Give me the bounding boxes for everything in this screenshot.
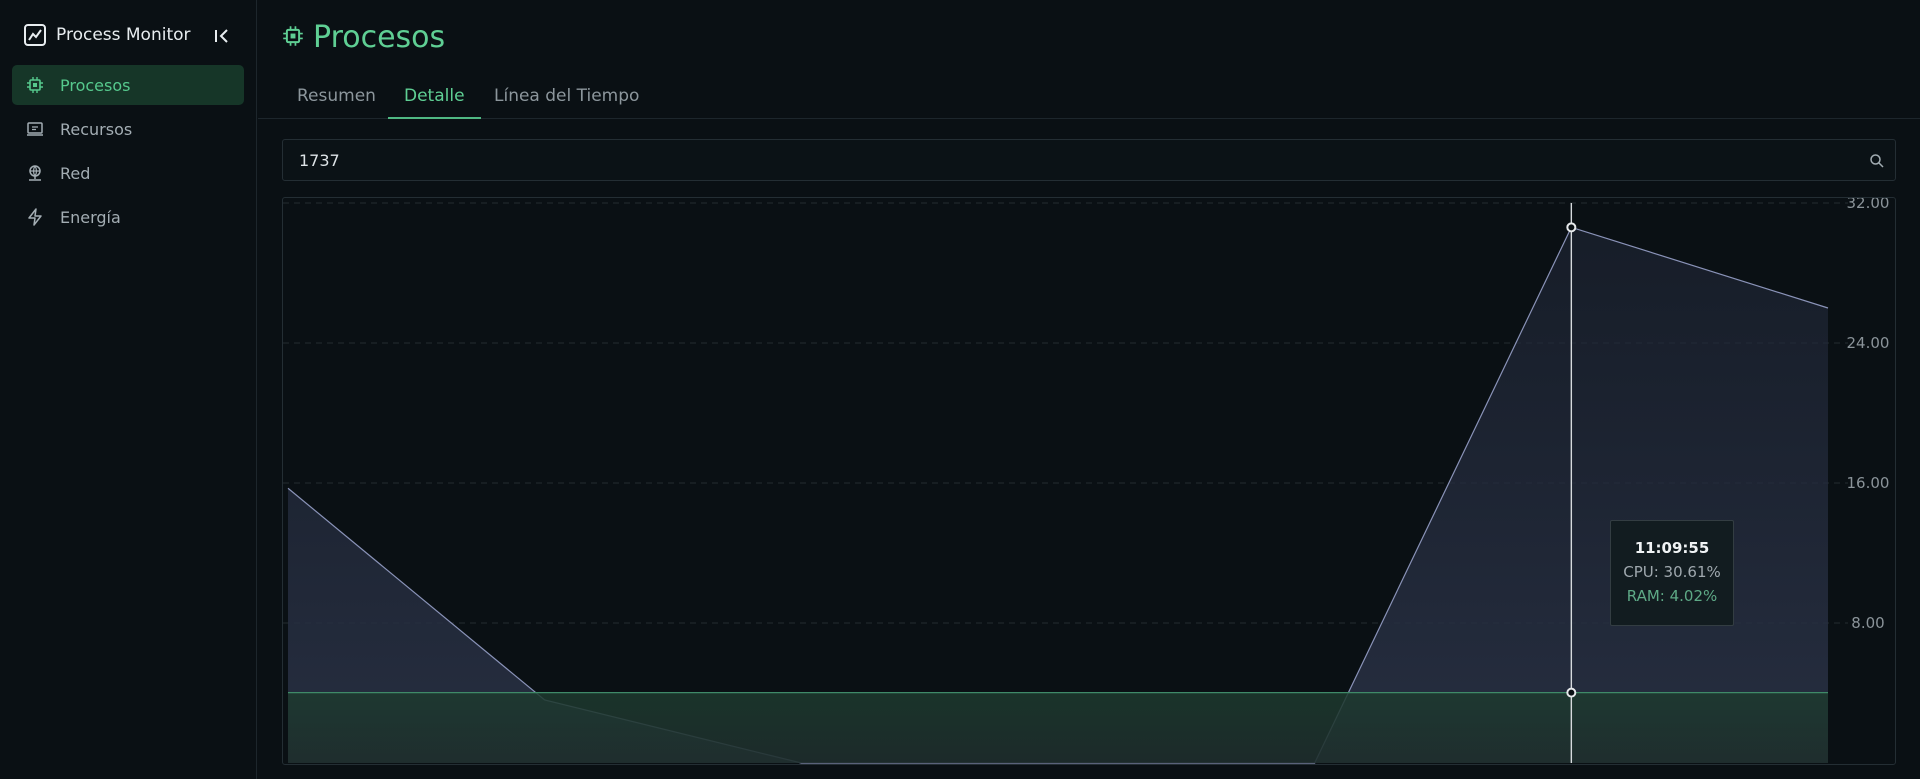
collapse-sidebar-button[interactable]: [210, 24, 234, 48]
main-content: Procesos Resumen Detalle Línea del Tiemp…: [258, 0, 1920, 779]
network-icon: [25, 163, 45, 183]
tooltip-cpu: CPU: 30.61%: [1623, 563, 1721, 581]
chart-canvas: 8.00 16.00 24.00 32.00: [283, 198, 1890, 764]
ram-point-marker: [1566, 687, 1577, 698]
bolt-icon: [25, 207, 45, 227]
y-tick-label: 16.00: [1847, 474, 1890, 492]
monitor-icon: [25, 119, 45, 139]
cpu-icon: [25, 75, 45, 95]
search-input[interactable]: [283, 140, 1895, 180]
search-icon[interactable]: [1869, 153, 1885, 169]
cpu-ram-chart: 8.00 16.00 24.00 32.00 11:09:55 CPU: 30.61%…: [282, 197, 1896, 765]
app-title: Process Monitor: [56, 25, 191, 45]
page-title: Procesos: [313, 20, 446, 55]
sidebar: Process Monitor Procesos Recursos Red En…: [0, 0, 257, 779]
sidebar-item-red[interactable]: Red: [12, 153, 244, 193]
chart-line-icon: [24, 24, 46, 46]
brand: Process Monitor: [24, 22, 191, 48]
tooltip-time: 11:09:55: [1634, 539, 1710, 557]
collapse-left-icon: [215, 29, 228, 43]
y-tick-label: 24.00: [1847, 334, 1890, 352]
tab-resumen[interactable]: Resumen: [281, 76, 392, 119]
sidebar-item-energia[interactable]: Energía: [12, 197, 244, 237]
page-header: Procesos: [282, 20, 445, 55]
cpu-point-marker: [1566, 222, 1577, 233]
sidebar-item-label: Recursos: [60, 119, 133, 139]
sidebar-item-procesos[interactable]: Procesos: [12, 65, 244, 105]
sidebar-item-label: Red: [60, 163, 91, 183]
y-tick-label: 32.00: [1847, 198, 1890, 212]
tab-detalle[interactable]: Detalle: [388, 76, 481, 119]
ram-area: [288, 692, 1828, 763]
chart-tooltip: 11:09:55 CPU: 30.61% RAM: 4.02%: [1610, 520, 1734, 626]
tooltip-ram: RAM: 4.02%: [1626, 587, 1718, 605]
search-box: [282, 139, 1896, 181]
sidebar-item-label: Procesos: [60, 75, 131, 95]
cpu-area: [288, 227, 1828, 763]
sidebar-item-recursos[interactable]: Recursos: [12, 109, 244, 149]
cpu-icon: [282, 25, 304, 51]
sidebar-item-label: Energía: [60, 207, 121, 227]
y-tick-label: 8.00: [1851, 614, 1884, 632]
tab-linea-del-tiempo[interactable]: Línea del Tiempo: [478, 76, 655, 119]
sidebar-nav: Procesos Recursos Red Energía: [12, 65, 244, 241]
tab-bar: Resumen Detalle Línea del Tiempo: [258, 76, 1920, 119]
